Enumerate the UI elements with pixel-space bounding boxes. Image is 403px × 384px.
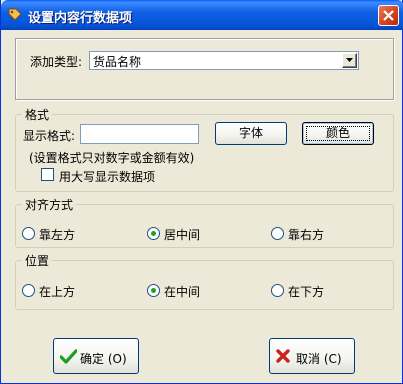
- type-select[interactable]: 货品名称: [89, 51, 359, 70]
- x-icon: [276, 349, 290, 363]
- format-note: (设置格式只对数字或金额有效): [29, 151, 195, 165]
- display-format-label: 显示格式:: [23, 129, 76, 143]
- dropdown-button[interactable]: [342, 53, 357, 68]
- window-title: 设置内容行数据项: [28, 11, 133, 26]
- title-bar[interactable]: 设置内容行数据项: [1, 0, 403, 30]
- uppercase-checkbox[interactable]: [41, 168, 54, 181]
- align-legend: 对齐方式: [25, 198, 74, 212]
- align-right-label: 靠右方: [288, 228, 325, 242]
- chevron-down-icon: [346, 58, 353, 62]
- position-top-radio[interactable]: [22, 284, 35, 297]
- format-legend: 格式: [25, 108, 50, 122]
- position-middle-label: 在中间: [164, 285, 201, 299]
- uppercase-label: 用大写显示数据项: [59, 170, 156, 184]
- position-group: 位置: [15, 252, 394, 310]
- color-button[interactable]: 颜色: [302, 122, 374, 145]
- type-label: 添加类型:: [30, 55, 83, 69]
- position-middle-radio[interactable]: [147, 284, 160, 297]
- position-bottom-radio[interactable]: [271, 284, 284, 297]
- align-right-radio[interactable]: [271, 227, 284, 240]
- type-select-value: 货品名称: [93, 55, 142, 69]
- align-center-radio[interactable]: [147, 227, 160, 240]
- cancel-label: 取消 (C): [296, 352, 342, 366]
- focus-rect: [306, 126, 370, 141]
- position-top-label: 在上方: [39, 285, 76, 299]
- align-left-radio[interactable]: [22, 227, 35, 240]
- position-bottom-label: 在下方: [288, 285, 325, 299]
- close-button[interactable]: [378, 5, 399, 26]
- ok-label: 确定 (O): [80, 352, 127, 366]
- display-format-input[interactable]: [80, 124, 199, 144]
- tag-icon: [7, 7, 23, 23]
- align-center-label: 居中间: [164, 228, 201, 242]
- ok-button[interactable]: 确定 (O): [53, 338, 139, 374]
- font-button[interactable]: 字体: [215, 122, 287, 145]
- dialog-window: 设置内容行数据项 添加类型: 货品名称 格式 显示格式: 字体 颜色 (设置格式…: [0, 0, 403, 384]
- cancel-button[interactable]: 取消 (C): [269, 338, 355, 374]
- close-icon: [383, 10, 394, 21]
- align-left-label: 靠左方: [39, 228, 76, 242]
- position-legend: 位置: [25, 254, 50, 268]
- checkmark-icon: [60, 349, 77, 364]
